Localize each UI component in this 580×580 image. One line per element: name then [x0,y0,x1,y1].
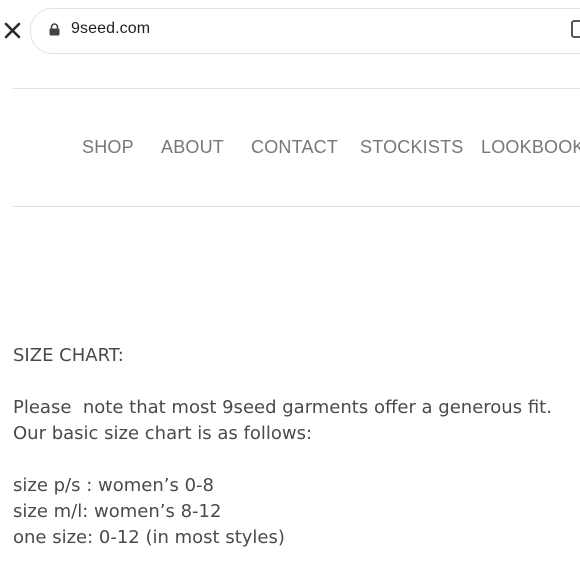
fit-note: Please note that most 9seed garments off… [13,397,552,418]
header-divider-bottom [13,206,580,207]
size-chart-heading: SIZE CHART: [13,345,124,366]
tabs-icon[interactable] [571,20,580,38]
header-divider-top [13,88,580,89]
nav-item-about[interactable]: ABOUT [161,137,224,158]
main-nav: SHOP ABOUT CONTACT STOCKISTS LOOKBOOK [0,137,580,161]
nav-item-lookbook[interactable]: LOOKBOOK [481,137,580,158]
nav-item-shop[interactable]: SHOP [82,137,134,158]
url-text[interactable]: 9seed.com [71,20,150,38]
size-line-ps: size p/s : women’s 0-8 [13,475,214,496]
nav-item-contact[interactable]: CONTACT [251,137,338,158]
close-icon[interactable] [4,19,22,41]
nav-item-stockists[interactable]: STOCKISTS [360,137,464,158]
browser-url-bar: 9seed.com [0,0,580,62]
size-chart-section: SIZE CHART: Please note that most 9seed … [13,343,552,551]
lock-icon [49,23,60,36]
size-line-one-size: one size: 0-12 (in most styles) [13,527,285,548]
size-chart-intro: Our basic size chart is as follows: [13,423,313,444]
size-line-ml: size m/l: women’s 8-12 [13,501,222,522]
